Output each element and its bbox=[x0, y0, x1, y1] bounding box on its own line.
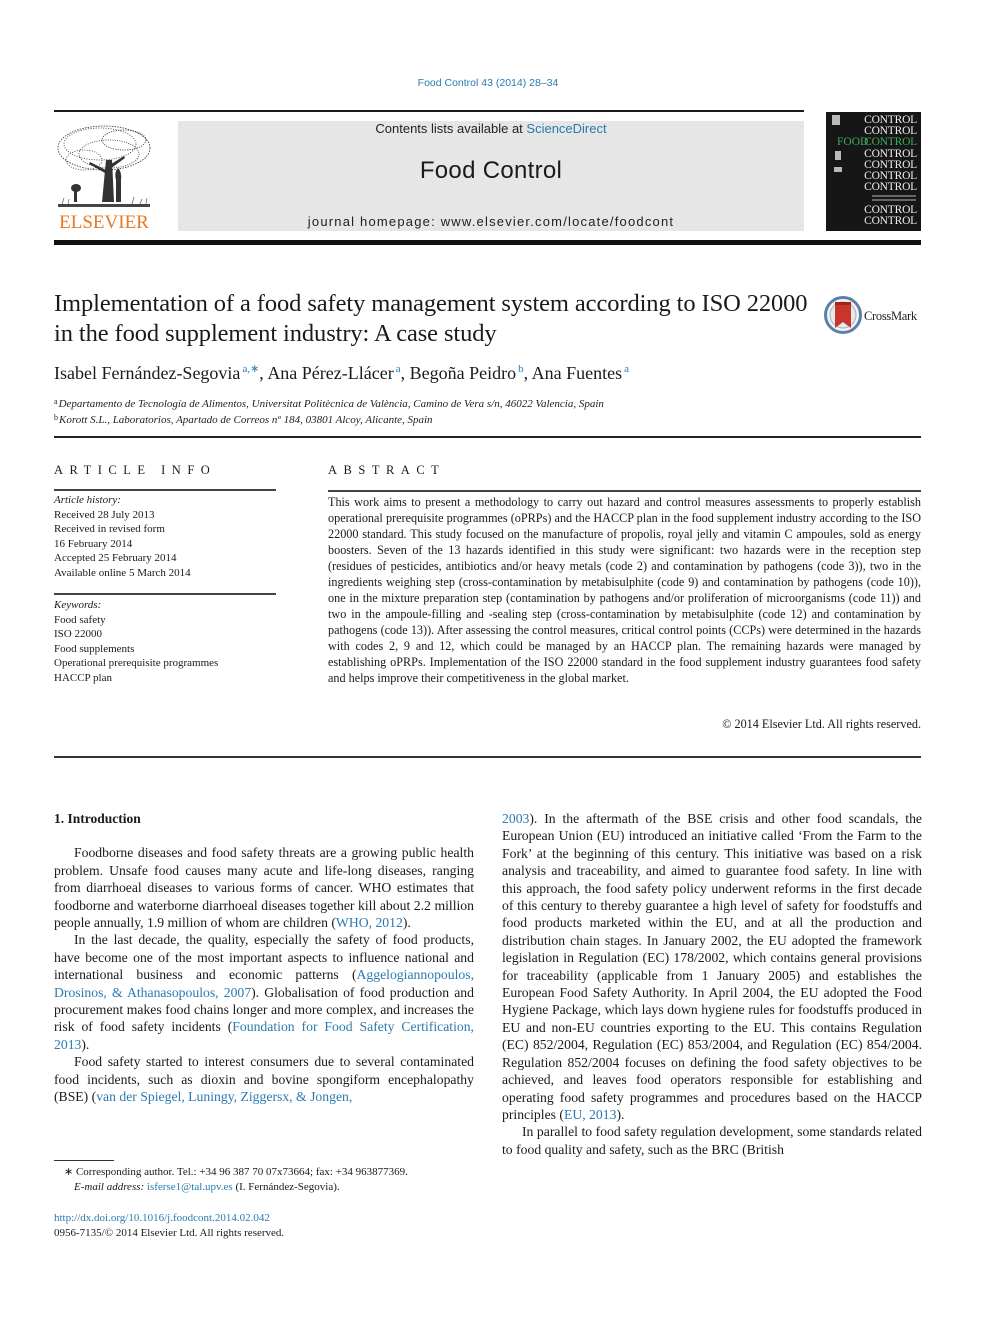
affiliation-item: bKorott S.L., Laboratorios, Apartado de … bbox=[54, 411, 914, 427]
article-info-rule bbox=[54, 489, 276, 491]
front-matter-divider bbox=[54, 436, 921, 438]
reference-link[interactable]: van der Spiegel, Luningy, Ziggersx, & Jo… bbox=[96, 1089, 352, 1104]
keyword-item: Food safety bbox=[54, 613, 106, 626]
affiliation-text: Departamento de Tecnología de Alimentos,… bbox=[58, 398, 604, 410]
contents-prefix: Contents lists available at bbox=[375, 121, 527, 136]
header-top-rule bbox=[54, 110, 804, 112]
author-link[interactable]: Begoña Peidro bbox=[410, 363, 516, 383]
affiliations: aDepartamento de Tecnología de Alimentos… bbox=[54, 395, 914, 427]
paragraph-text: ). In the aftermath of the BSE crisis an… bbox=[502, 811, 922, 1122]
footnote-rule bbox=[54, 1160, 114, 1161]
affiliation-text: Korott S.L., Laboratorios, Apartado de C… bbox=[59, 414, 433, 426]
keyword-item: ISO 22000 bbox=[54, 628, 102, 640]
author-affiliation-mark[interactable]: a,∗ bbox=[242, 363, 259, 375]
cover-thumbnail bbox=[834, 167, 842, 172]
email-owner: (I. Fernández-Segovia). bbox=[232, 1181, 340, 1193]
cover-fineprint bbox=[872, 199, 916, 201]
history-item: Accepted 25 February 2014 bbox=[54, 552, 177, 564]
journal-homepage-line: journal homepage: www.elsevier.com/locat… bbox=[178, 214, 804, 229]
body-column-left: 1. Introduction Foodborne diseases and f… bbox=[54, 810, 474, 1106]
keyword-item: Food supplements bbox=[54, 642, 135, 655]
corresponding-author-footnote: ∗ Corresponding author. Tel.: +34 96 387… bbox=[64, 1165, 484, 1195]
abstract-rule bbox=[328, 490, 921, 492]
email-label: E-mail address: bbox=[74, 1181, 145, 1193]
corresponding-author-contact: ∗ Corresponding author. Tel.: +34 96 387… bbox=[64, 1166, 408, 1178]
abstract-bottom-divider bbox=[54, 756, 921, 758]
author-separator: , bbox=[523, 363, 532, 383]
author-list: Isabel Fernández-Segovia a,∗, Ana Pérez-L… bbox=[54, 362, 914, 384]
cover-word: CONTROL bbox=[864, 136, 917, 148]
paragraph-text: Foodborne diseases and food safety threa… bbox=[54, 845, 474, 931]
paragraph-text: ). bbox=[81, 1036, 90, 1052]
body-column-right: 2003). In the aftermath of the BSE crisi… bbox=[502, 810, 922, 1158]
journal-name: Food Control bbox=[419, 157, 563, 184]
article-info-heading: ARTICLE INFO bbox=[54, 463, 217, 477]
author-link[interactable]: Isabel Fernández-Segovia bbox=[54, 363, 240, 383]
keyword-item: HACCP plan bbox=[54, 671, 112, 684]
history-item: Received in revised form bbox=[54, 523, 165, 535]
body-paragraph: In parallel to food safety regulation de… bbox=[502, 1124, 922, 1157]
section-heading-introduction: 1. Introduction bbox=[54, 811, 141, 826]
keyword-item: Operational prerequisite programmes bbox=[54, 657, 219, 669]
contents-line: Contents lists available at ScienceDirec… bbox=[178, 121, 804, 136]
article-title: Implementation of a food safety manageme… bbox=[54, 290, 808, 347]
affiliation-mark: b bbox=[54, 413, 58, 422]
body-paragraph: 2003). In the aftermath of the BSE crisi… bbox=[502, 810, 922, 1123]
doi-link[interactable]: http://dx.doi.org/10.1016/j.foodcont.201… bbox=[54, 1212, 270, 1224]
crossmark-button[interactable]: CrossMark bbox=[824, 296, 924, 336]
sciencedirect-link[interactable]: ScienceDirect bbox=[526, 121, 606, 136]
homepage-prefix: journal homepage: bbox=[307, 214, 441, 229]
body-paragraph: In the last decade, the quality, especia… bbox=[54, 931, 474, 1053]
journal-homepage-link[interactable]: www.elsevier.com/locate/foodcont bbox=[441, 214, 675, 229]
cover-thumbnail bbox=[835, 151, 841, 160]
crossmark-label: CrossMark bbox=[864, 309, 917, 323]
history-item: 16 February 2014 bbox=[54, 537, 133, 550]
keywords-rule bbox=[54, 593, 276, 595]
paragraph-text: ). bbox=[616, 1106, 625, 1122]
email-link[interactable]: isferse1@tal.upv.es bbox=[147, 1181, 233, 1193]
doi-block: http://dx.doi.org/10.1016/j.foodcont.201… bbox=[54, 1211, 474, 1241]
reference-link[interactable]: 2003 bbox=[502, 811, 529, 826]
paragraph-text: ). bbox=[402, 915, 411, 931]
keywords-label: Keywords: bbox=[54, 599, 102, 611]
article-history-label: Article history: bbox=[54, 494, 121, 506]
reference-link[interactable]: EU, 2013 bbox=[564, 1107, 616, 1122]
keywords: Keywords: Food safety ISO 22000 Food sup… bbox=[54, 598, 276, 685]
elsevier-wordmark: ELSEVIER bbox=[59, 212, 149, 233]
body-paragraph: Foodborne diseases and food safety threa… bbox=[54, 844, 474, 931]
email-line: E-mail address: isferse1@tal.upv.es (I. … bbox=[64, 1180, 484, 1195]
abstract-heading: ABSTRACT bbox=[328, 463, 446, 477]
elsevier-tree-icon bbox=[57, 125, 151, 207]
body-paragraph: Food safety started to interest consumer… bbox=[54, 1053, 474, 1105]
abstract-text: This work aims to present a methodology … bbox=[328, 495, 921, 685]
journal-citation-link[interactable]: Food Control 43 (2014) 28–34 bbox=[0, 77, 976, 89]
header-bottom-rule bbox=[54, 240, 921, 245]
author-link[interactable]: Ana Pérez-Llácer bbox=[267, 363, 393, 383]
author-separator: , bbox=[400, 363, 410, 383]
author-affiliation-mark[interactable]: a bbox=[624, 363, 629, 375]
author-link[interactable]: Ana Fuentes bbox=[532, 363, 622, 383]
affiliation-mark: a bbox=[54, 397, 58, 406]
journal-cover-image[interactable]: CONTROL CONTROL FOOD CONTROL CONTROL CON… bbox=[826, 112, 921, 231]
reference-link[interactable]: WHO, 2012 bbox=[336, 915, 403, 930]
cover-word: CONTROL bbox=[864, 181, 917, 193]
elsevier-logo[interactable]: ELSEVIER bbox=[54, 120, 154, 233]
history-item: Received 28 July 2013 bbox=[54, 508, 155, 521]
article-history: Article history: Received 28 July 2013 R… bbox=[54, 493, 276, 580]
cover-fineprint bbox=[872, 195, 916, 197]
cover-word: CONTROL bbox=[864, 215, 917, 227]
affiliation-item: aDepartamento de Tecnología de Alimentos… bbox=[54, 395, 914, 411]
history-item: Available online 5 March 2014 bbox=[54, 566, 191, 579]
crossmark-icon bbox=[824, 296, 862, 334]
issn-copyright: 0956-7135/© 2014 Elsevier Ltd. All right… bbox=[54, 1227, 285, 1239]
journal-masthead: Contents lists available at ScienceDirec… bbox=[178, 121, 804, 231]
abstract-copyright: © 2014 Elsevier Ltd. All rights reserved… bbox=[722, 717, 921, 731]
cover-publisher-logo bbox=[832, 115, 840, 125]
